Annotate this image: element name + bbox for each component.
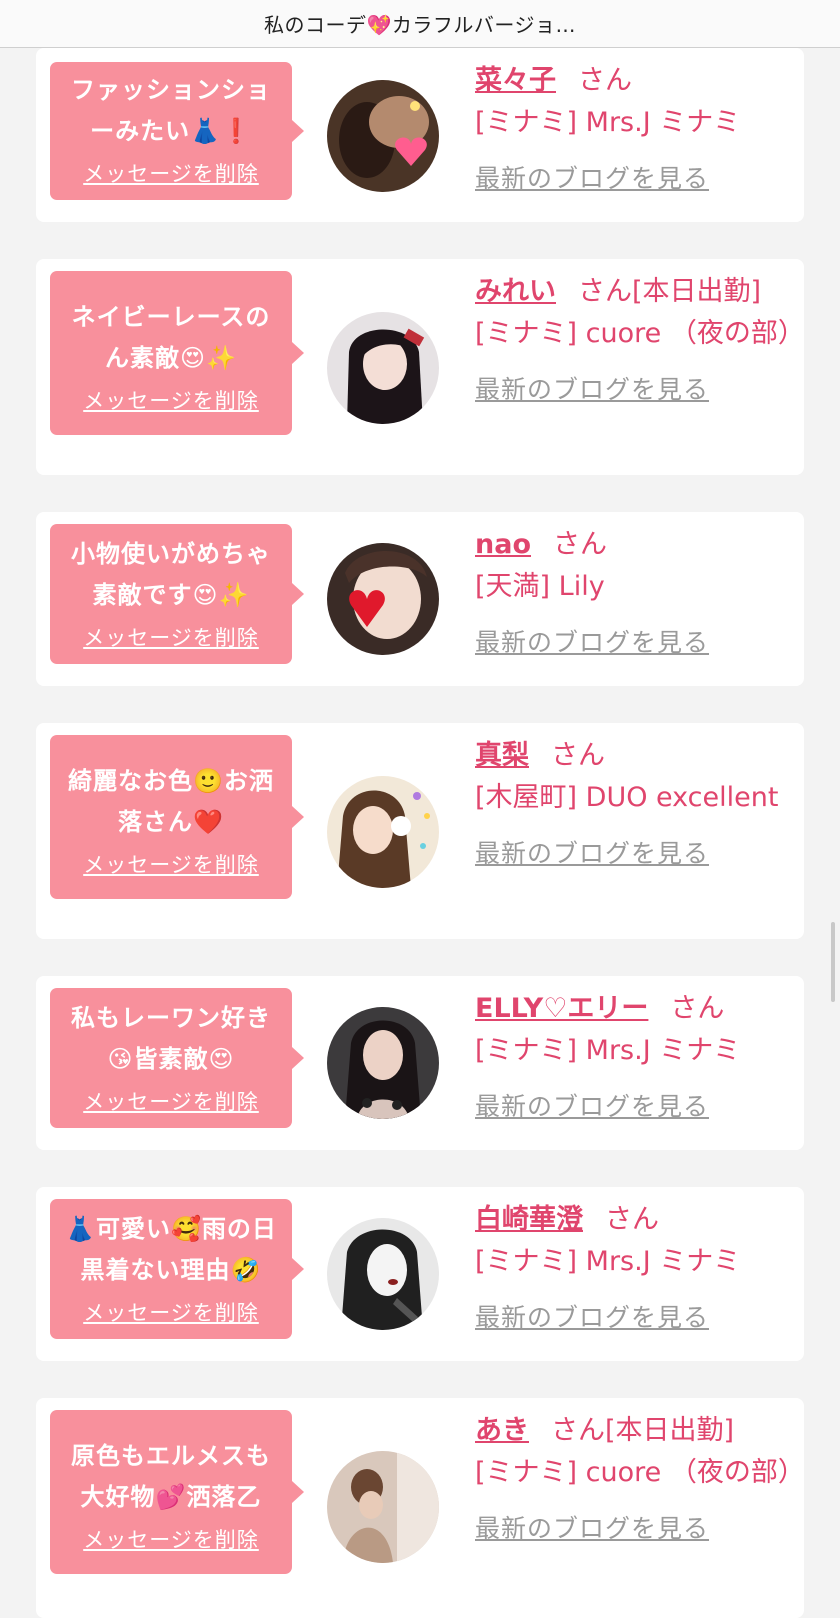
avatar[interactable]: [327, 1007, 439, 1119]
user-name-link[interactable]: 真梨: [475, 740, 529, 771]
name-row: 白崎華澄 さん: [475, 1199, 795, 1241]
user-name-link[interactable]: nao: [475, 529, 531, 560]
avatar[interactable]: [327, 1218, 439, 1330]
status-badge: [本日出勤]: [605, 1415, 735, 1446]
top-bar: 私のコーデ💖カラフルバージョ…: [0, 0, 840, 48]
honorific: さん: [605, 1204, 659, 1235]
name-row: nao さん: [475, 524, 795, 566]
delete-message-link[interactable]: メッセージを削除: [50, 379, 292, 435]
list-item: 👗可愛い🥰雨の日黒着ない理由🤣 メッセージを削除 白崎華澄 さん [ミナミ] Mr…: [36, 1187, 804, 1361]
name-row: 菜々子 さん: [475, 60, 795, 102]
user-name-link[interactable]: 白崎華澄: [475, 1204, 583, 1235]
avatar[interactable]: [327, 80, 439, 192]
latest-blog-link[interactable]: 最新のブログを見る: [475, 369, 709, 411]
list-item: 原色もエルメスも大好物💕洒落乙 メッセージを削除 あき さん[本日出勤] [ミナミ…: [36, 1398, 805, 1618]
latest-blog-link[interactable]: 最新のブログを見る: [475, 158, 709, 200]
avatar[interactable]: [327, 543, 439, 655]
shop-name: [ミナミ] cuore （夜の部）: [475, 318, 805, 349]
user-info: 真梨 さん [木屋町] DUO excellent 最新のブログを見る: [475, 735, 795, 875]
user-name-link[interactable]: あき: [475, 1415, 529, 1446]
user-info: みれい さん[本日出勤] [ミナミ] cuore （夜の部） 最新のブログを見る: [475, 271, 805, 411]
latest-blog-link[interactable]: 最新のブログを見る: [475, 622, 709, 664]
message-bubble: ネイビーレースのん素敵😍✨ メッセージを削除: [50, 271, 304, 435]
latest-blog-link[interactable]: 最新のブログを見る: [475, 1297, 709, 1339]
delete-message-link[interactable]: メッセージを削除: [50, 1080, 292, 1128]
honorific: さん: [553, 529, 607, 560]
shop-name: [天満] Lily: [475, 571, 605, 602]
message-text: 👗可愛い🥰雨の日黒着ない理由🤣: [65, 1215, 277, 1284]
honorific: さん: [551, 740, 605, 771]
user-info: あき さん[本日出勤] [ミナミ] cuore （夜の部） 最新のブログを見る: [475, 1410, 805, 1550]
shop-name: [ミナミ] Mrs.J ミナミ: [475, 1246, 741, 1277]
status-badge: [本日出勤]: [632, 276, 762, 307]
message-bubble: 綺麗なお色🙂お洒落さん❤️ メッセージを削除: [50, 735, 304, 899]
name-row: みれい さん[本日出勤]: [475, 271, 795, 313]
name-row: ELLY♡エリー さん: [475, 988, 795, 1030]
user-name-link[interactable]: みれい: [475, 276, 556, 307]
message-bubble: 原色もエルメスも大好物💕洒落乙 メッセージを削除: [50, 1410, 304, 1574]
user-name-link[interactable]: ELLY♡エリー: [475, 993, 648, 1024]
message-bubble: 私もレーワン好き😘皆素敵😍 メッセージを削除: [50, 988, 304, 1128]
message-bubble: 小物使いがめちゃ素敵です😍✨ メッセージを削除: [50, 524, 304, 664]
list-item: 小物使いがめちゃ素敵です😍✨ メッセージを削除 nao さん [天満] Lily …: [36, 512, 804, 686]
shop-name: [木屋町] DUO excellent: [475, 782, 779, 813]
name-row: あき さん[本日出勤]: [475, 1410, 795, 1452]
scrollbar[interactable]: [831, 922, 835, 1002]
latest-blog-link[interactable]: 最新のブログを見る: [475, 1086, 709, 1128]
message-text: 小物使いがめちゃ素敵です😍✨: [71, 540, 271, 609]
delete-message-link[interactable]: メッセージを削除: [50, 616, 292, 664]
page-title: 私のコーデ💖カラフルバージョ…: [263, 13, 576, 37]
avatar[interactable]: [327, 1451, 439, 1563]
message-text: 原色もエルメスも大好物💕洒落乙: [71, 1442, 271, 1511]
avatar[interactable]: [327, 776, 439, 888]
message-bubble: 👗可愛い🥰雨の日黒着ない理由🤣 メッセージを削除: [50, 1199, 304, 1339]
message-text: 私もレーワン好き😘皆素敵😍: [71, 1004, 271, 1073]
user-info: nao さん [天満] Lily 最新のブログを見る: [475, 524, 795, 664]
user-info: ELLY♡エリー さん [ミナミ] Mrs.J ミナミ 最新のブログを見る: [475, 988, 795, 1128]
message-text: ネイビーレースのん素敵😍✨: [71, 303, 271, 372]
latest-blog-link[interactable]: 最新のブログを見る: [475, 1508, 709, 1550]
list-item: 綺麗なお色🙂お洒落さん❤️ メッセージを削除 真梨 さん [木屋町] DUO ex…: [36, 723, 804, 939]
latest-blog-link[interactable]: 最新のブログを見る: [475, 833, 709, 875]
list-item: ネイビーレースのん素敵😍✨ メッセージを削除 みれい さん[本日出勤] [ミナミ]…: [36, 259, 805, 475]
delete-message-link[interactable]: メッセージを削除: [50, 1518, 292, 1574]
honorific: さん: [670, 993, 725, 1024]
list-item: ファッションショーみたい👗❗ メッセージを削除 菜々子 さん [ミナミ] Mrs.…: [36, 48, 804, 222]
shop-name: [ミナミ] Mrs.J ミナミ: [475, 1035, 741, 1066]
avatar[interactable]: [327, 312, 439, 424]
delete-message-link[interactable]: メッセージを削除: [50, 1291, 292, 1339]
honorific: さん: [578, 65, 632, 96]
user-info: 菜々子 さん [ミナミ] Mrs.J ミナミ 最新のブログを見る: [475, 60, 795, 200]
message-text: 綺麗なお色🙂お洒落さん❤️: [68, 767, 274, 836]
shop-name: [ミナミ] cuore （夜の部）: [475, 1457, 805, 1488]
delete-message-link[interactable]: メッセージを削除: [50, 152, 292, 200]
shop-name: [ミナミ] Mrs.J ミナミ: [475, 107, 741, 138]
name-row: 真梨 さん: [475, 735, 795, 777]
user-name-link[interactable]: 菜々子: [475, 65, 556, 96]
message-bubble: ファッションショーみたい👗❗ メッセージを削除: [50, 62, 304, 200]
user-info: 白崎華澄 さん [ミナミ] Mrs.J ミナミ 最新のブログを見る: [475, 1199, 795, 1339]
honorific: さん: [578, 276, 632, 307]
message-text: ファッションショーみたい👗❗: [71, 76, 271, 145]
honorific: さん: [551, 1415, 605, 1446]
list-item: 私もレーワン好き😘皆素敵😍 メッセージを削除 ELLY♡エリー さん [ミナミ] …: [36, 976, 804, 1150]
delete-message-link[interactable]: メッセージを削除: [50, 843, 292, 899]
